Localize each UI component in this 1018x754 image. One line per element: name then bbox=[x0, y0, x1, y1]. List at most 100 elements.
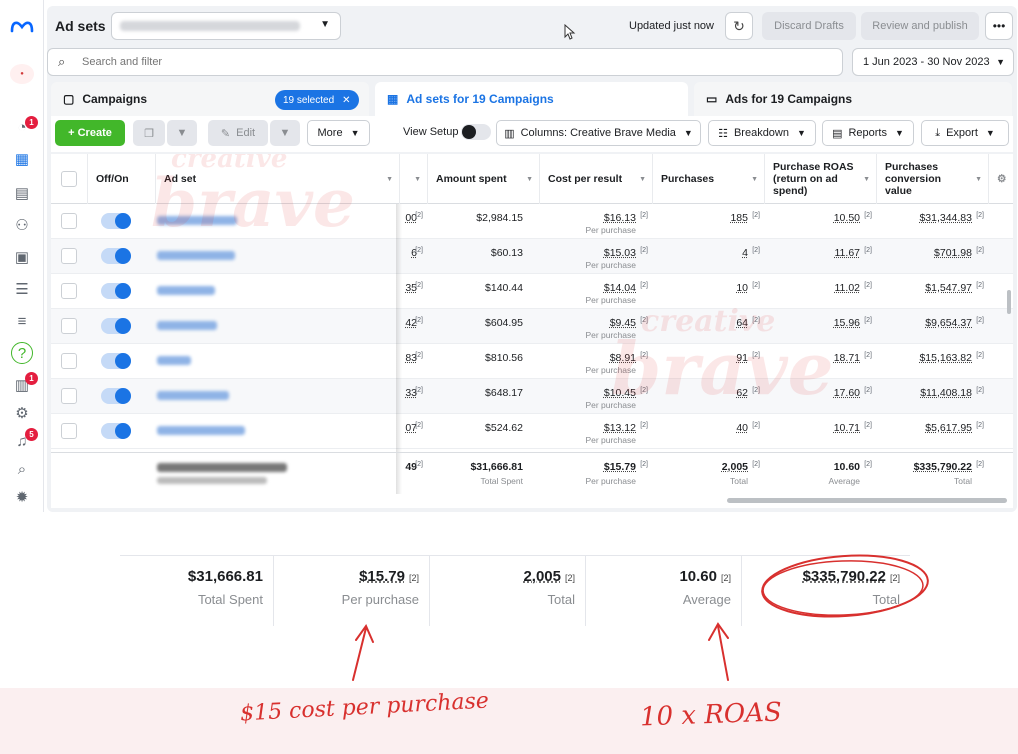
purchases-value[interactable]: 4 bbox=[742, 247, 748, 259]
breakdown-button[interactable]: ☷ Breakdown ▼ bbox=[708, 120, 816, 146]
ad-set-name-redacted[interactable]: xxxxxxxxxxxxxx bbox=[157, 321, 217, 330]
more-button[interactable]: More ▼ bbox=[307, 120, 370, 146]
column-header-conversion-value[interactable]: Purchases conversion value ▼ bbox=[876, 154, 988, 204]
cost-per-result-value[interactable]: $16.13 bbox=[604, 212, 636, 224]
more-options-button[interactable]: ••• bbox=[985, 12, 1013, 40]
purchases-value[interactable]: 10 bbox=[736, 282, 748, 294]
row-checkbox[interactable] bbox=[61, 423, 77, 439]
table-row[interactable]: xxxxxxxxxxxxxx 35[2] $140.44 $14.04 [2] Per p… bbox=[51, 274, 1013, 309]
ad-set-name-redacted[interactable]: xxxxxxxxxxxxxx bbox=[157, 286, 215, 295]
cost-per-result-value[interactable]: $9.45 bbox=[610, 317, 636, 329]
cost-per-result-value[interactable]: $13.12 bbox=[604, 422, 636, 434]
ad-set-toggle[interactable] bbox=[101, 423, 131, 439]
search-icon[interactable]: ⌕ bbox=[11, 458, 33, 480]
row-checkbox[interactable] bbox=[61, 213, 77, 229]
purchase-roas-value[interactable]: 18.71 bbox=[834, 352, 860, 364]
search-input[interactable] bbox=[82, 53, 782, 71]
column-header-partial[interactable]: ▼ bbox=[399, 154, 427, 204]
row-checkbox[interactable] bbox=[61, 318, 77, 334]
table-row[interactable]: xxxxxxxxxxxxxx 33[2] $648.17 $10.45 [2] Per p… bbox=[51, 379, 1013, 414]
purchases-value[interactable]: 91 bbox=[736, 352, 748, 364]
ad-set-name-redacted[interactable]: xxxxxxxxxxxxxx bbox=[157, 356, 191, 365]
reports-button[interactable]: ▤ Reports ▼ bbox=[822, 120, 914, 146]
conversion-value[interactable]: $9,654.37 bbox=[925, 317, 972, 329]
selected-campaigns-pill[interactable]: 19 selected ✕ bbox=[275, 90, 359, 110]
purchases-value[interactable]: 62 bbox=[736, 387, 748, 399]
select-all-checkbox[interactable] bbox=[61, 171, 77, 187]
tab-ad-sets[interactable]: ▦ Ad sets for 19 Campaigns bbox=[375, 82, 688, 116]
duplicate-button[interactable]: ❐ bbox=[133, 120, 165, 146]
purchase-roas-value[interactable]: 10.50 bbox=[834, 212, 860, 224]
ad-set-name-redacted[interactable]: xxxxxxxxxxxxxx bbox=[157, 426, 245, 435]
row-checkbox[interactable] bbox=[61, 388, 77, 404]
row-checkbox[interactable] bbox=[61, 283, 77, 299]
totals-purchases-value[interactable]: 2,005 bbox=[722, 461, 748, 473]
column-header-purchase-roas[interactable]: Purchase ROAS (return on ad spend) ▼ bbox=[764, 154, 876, 204]
edit-button[interactable]: ✎ Edit bbox=[208, 120, 268, 146]
help-icon[interactable]: ? bbox=[11, 342, 33, 364]
ads-manager-grid-icon[interactable]: ▦ bbox=[11, 148, 33, 170]
account-avatar-icon[interactable]: ● bbox=[10, 64, 34, 84]
row-checkbox[interactable] bbox=[61, 353, 77, 369]
ad-set-toggle[interactable] bbox=[101, 248, 131, 264]
all-tools-menu-icon[interactable]: ≡ bbox=[11, 310, 33, 332]
search-filter-bar[interactable]: ⌕ bbox=[47, 48, 843, 76]
ad-set-name-redacted[interactable]: xxxxxxxxxxxxxx bbox=[157, 251, 235, 260]
ad-set-toggle[interactable] bbox=[101, 353, 131, 369]
ad-account-selector[interactable]: xxxxxxxxxxxxxxxxxxxxxxxx ▼ bbox=[111, 12, 341, 40]
cost-per-result-value[interactable]: $15.03 bbox=[604, 247, 636, 259]
column-header-ad-set[interactable]: Ad set ▼ bbox=[155, 154, 399, 204]
cost-per-result-value[interactable]: $8.91 bbox=[610, 352, 636, 364]
column-header-cost-per-result[interactable]: Cost per result ▼ bbox=[539, 154, 652, 204]
audiences-icon[interactable]: ⚇ bbox=[11, 214, 33, 236]
purchase-roas-value[interactable]: 17.60 bbox=[834, 387, 860, 399]
horizontal-scrollbar[interactable] bbox=[727, 498, 1007, 503]
conversion-value[interactable]: $701.98 bbox=[934, 247, 972, 259]
duplicate-dropdown-button[interactable]: ▼ bbox=[167, 120, 197, 146]
purchases-value[interactable]: 185 bbox=[730, 212, 748, 224]
purchases-value[interactable]: 40 bbox=[736, 422, 748, 434]
conversion-value[interactable]: $31,344.83 bbox=[919, 212, 972, 224]
review-and-publish-button[interactable]: Review and publish bbox=[861, 12, 979, 40]
ad-set-name-redacted[interactable]: xxxxxxxxxxxxxx bbox=[157, 391, 229, 400]
discard-drafts-button[interactable]: Discard Drafts bbox=[762, 12, 856, 40]
columns-button[interactable]: ▥ Columns: Creative Brave Media ▼ bbox=[496, 120, 701, 146]
settings-gear-icon[interactable]: ⚙ bbox=[11, 402, 33, 424]
ad-set-toggle[interactable] bbox=[101, 388, 131, 404]
view-setup-toggle[interactable] bbox=[461, 124, 491, 140]
totals-conv-value[interactable]: $335,790.22 bbox=[914, 461, 972, 473]
close-icon[interactable]: ✕ bbox=[342, 95, 350, 106]
billing-icon[interactable]: ☰ bbox=[11, 278, 33, 300]
ad-set-toggle[interactable] bbox=[101, 283, 131, 299]
purchases-value[interactable]: 64 bbox=[736, 317, 748, 329]
column-settings-icon[interactable]: ⚙ bbox=[988, 154, 1013, 204]
column-header-off-on[interactable]: Off/On bbox=[87, 154, 155, 204]
column-header-amount-spent[interactable]: Amount spent ▼ bbox=[427, 154, 539, 204]
row-checkbox[interactable] bbox=[61, 248, 77, 264]
date-range-picker[interactable]: 1 Jun 2023 - 30 Nov 2023 ▼ bbox=[852, 48, 1014, 76]
conversion-value[interactable]: $11,408.18 bbox=[920, 387, 972, 399]
purchase-roas-value[interactable]: 11.02 bbox=[835, 282, 861, 294]
ad-set-toggle[interactable] bbox=[101, 213, 131, 229]
cost-per-result-value[interactable]: $10.45 bbox=[604, 387, 636, 399]
table-row[interactable]: xxxxxxxxxxxxxx 6[2] $60.13 $15.03 [2] Per pur… bbox=[51, 239, 1013, 274]
ad-set-toggle[interactable] bbox=[101, 318, 131, 334]
table-row[interactable]: xxxxxxxxxxxxxx 83[2] $810.56 $8.91 [2] Per pu… bbox=[51, 344, 1013, 379]
export-button[interactable]: ⤓ Export ▼ bbox=[921, 120, 1009, 146]
vertical-scrollbar[interactable] bbox=[1007, 290, 1011, 314]
purchase-roas-value[interactable]: 11.67 bbox=[835, 247, 861, 259]
cost-per-result-value[interactable]: $14.04 bbox=[604, 282, 636, 294]
ad-set-name-redacted[interactable]: xxxxxxxxxxxxxx bbox=[157, 216, 237, 225]
edit-dropdown-button[interactable]: ▼ bbox=[270, 120, 300, 146]
reports-icon[interactable]: ▤ bbox=[11, 182, 33, 204]
conversion-value[interactable]: $1,547.97 bbox=[925, 282, 972, 294]
meta-logo-icon[interactable] bbox=[9, 18, 35, 34]
table-row[interactable]: xxxxxxxxxxxxxx 00[2] $2,984.15 $16.13 [2] Per… bbox=[51, 204, 1013, 239]
refresh-button[interactable]: ↻ bbox=[725, 12, 753, 40]
purchase-roas-value[interactable]: 15.96 bbox=[834, 317, 860, 329]
media-library-icon[interactable]: ▣ bbox=[11, 246, 33, 268]
create-button[interactable]: + Create bbox=[55, 120, 125, 146]
purchase-roas-value[interactable]: 10.71 bbox=[834, 422, 860, 434]
table-row[interactable]: xxxxxxxxxxxxxx 42[2] $604.95 $9.45 [2] Per pu… bbox=[51, 309, 1013, 344]
tab-ads[interactable]: ▭ Ads for 19 Campaigns bbox=[694, 82, 1012, 116]
